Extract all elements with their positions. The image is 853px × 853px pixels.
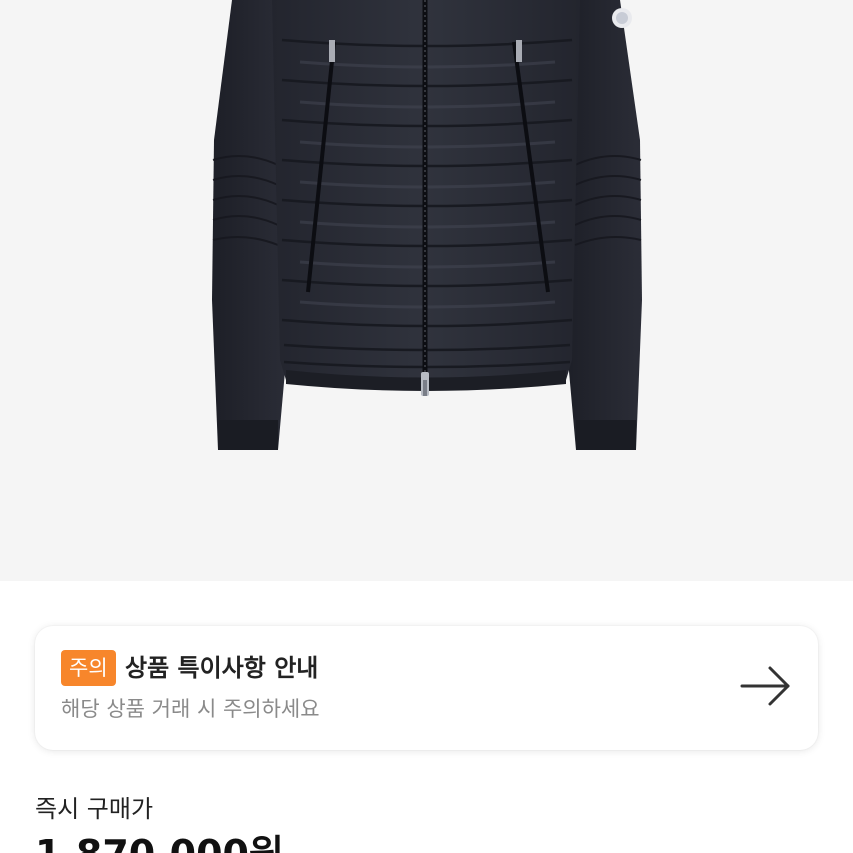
notice-subtitle: 해당 상품 거래 시 주의하세요: [61, 697, 320, 721]
instant-buy-price-label: 즉시 구매가: [35, 795, 154, 823]
instant-buy-price: 1,870,000원: [35, 832, 284, 853]
product-image[interactable]: [0, 0, 853, 581]
notice-title: 상품 특이사항 안내: [125, 654, 319, 682]
arrow-right-icon[interactable]: [740, 664, 792, 708]
jacket-image: [212, 0, 642, 450]
notice-card[interactable]: 주의 상품 특이사항 안내 해당 상품 거래 시 주의하세요: [35, 626, 818, 750]
product-page: 주의 상품 특이사항 안내 해당 상품 거래 시 주의하세요 즉시 구매가 1,…: [0, 0, 853, 853]
warning-badge: 주의: [61, 650, 116, 686]
